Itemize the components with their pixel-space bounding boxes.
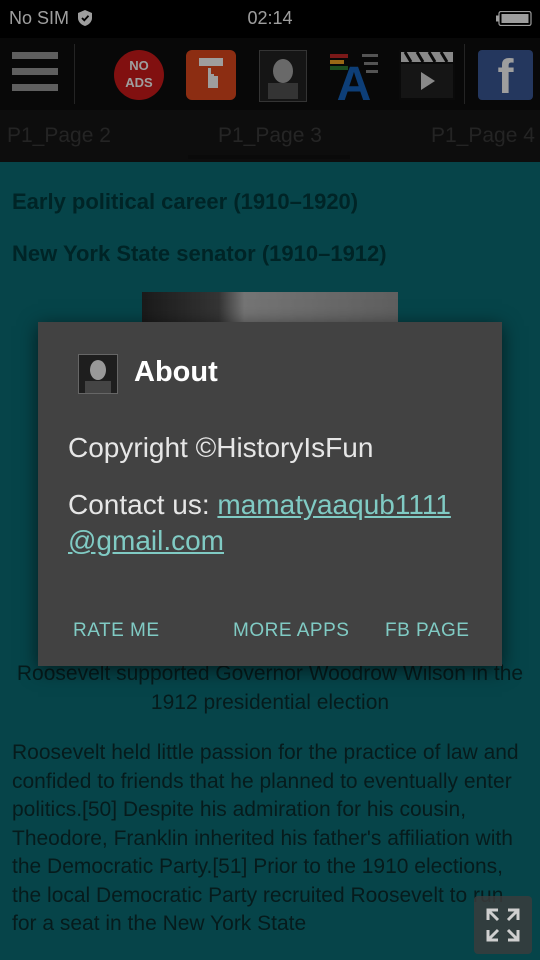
fb-page-button[interactable]: FB PAGE xyxy=(385,620,469,642)
expand-icon xyxy=(486,908,520,942)
app-icon xyxy=(78,354,118,394)
dialog-title: About xyxy=(134,356,218,388)
contact-label: Contact us: xyxy=(68,489,218,520)
copyright-text: Copyright ©HistoryIsFun xyxy=(68,432,374,463)
fullscreen-button[interactable] xyxy=(474,896,532,954)
contact-text: Contact us: mamatyaaqub1111@gmail.com xyxy=(68,487,478,559)
about-dialog: About Copyright ©HistoryIsFun Contact us… xyxy=(38,322,502,666)
rate-me-button[interactable]: RATE ME xyxy=(73,620,160,642)
more-apps-button[interactable]: MORE APPS xyxy=(233,620,349,642)
